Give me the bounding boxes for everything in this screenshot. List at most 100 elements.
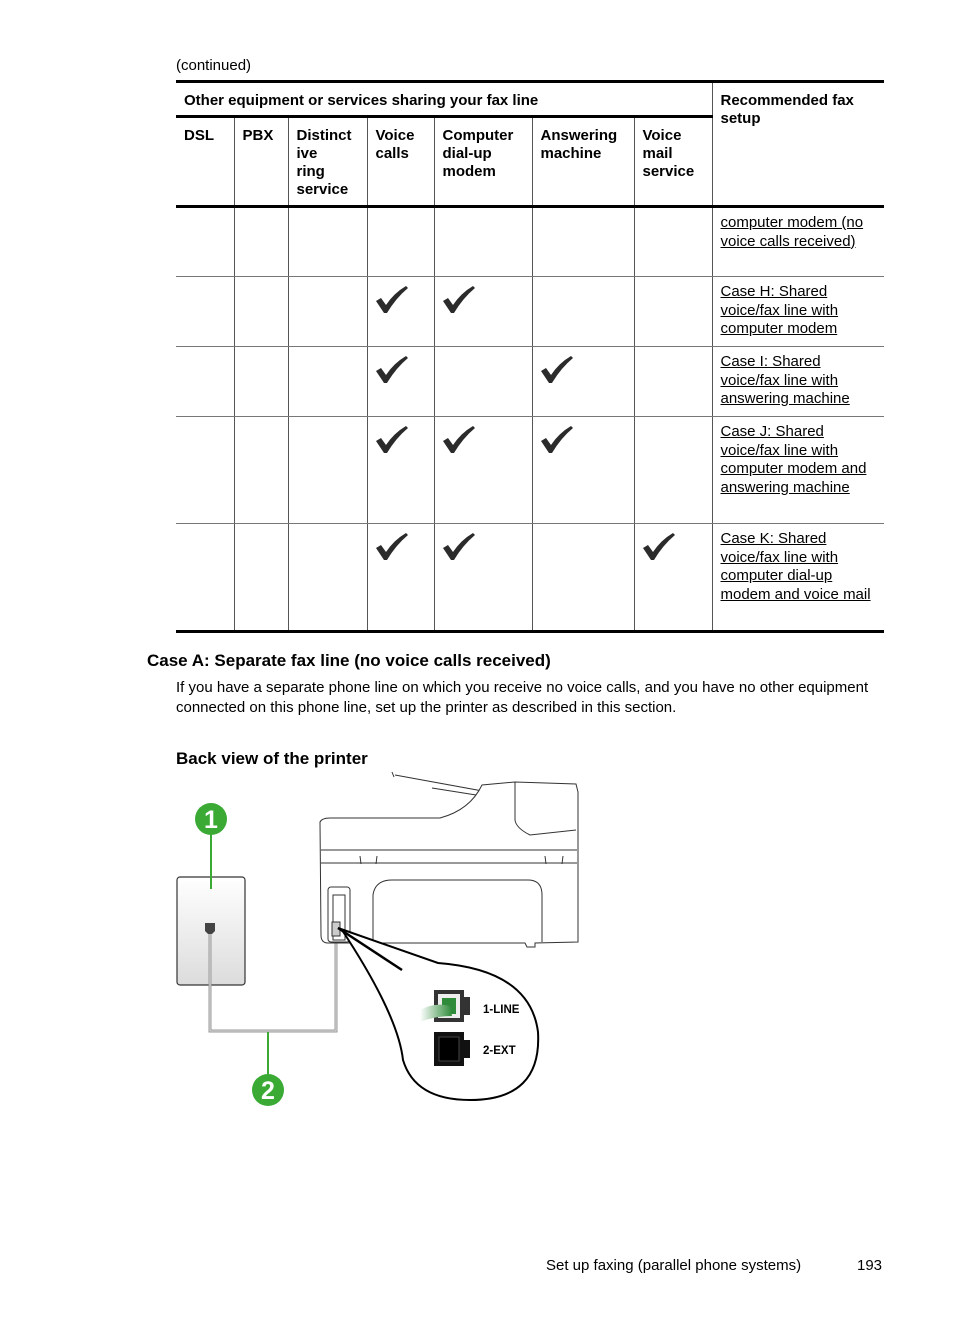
table-cell: [176, 346, 234, 417]
table-cell: [287, 206, 367, 277]
table-cell: [366, 276, 434, 347]
table-cell: [433, 416, 532, 524]
table-cell: [531, 206, 634, 277]
column-header: Voice calls: [366, 116, 434, 208]
continued-label: (continued): [176, 57, 252, 74]
table-cell: [233, 276, 288, 347]
setup-link[interactable]: computer modem (no voice calls received): [721, 214, 864, 250]
checkmark-icon: [375, 286, 408, 313]
recommended-header: Recommended fax setup: [711, 81, 884, 208]
footer-title: Set up faxing (parallel phone systems): [546, 1257, 802, 1274]
table-cell: [176, 416, 234, 524]
table-cell: [531, 276, 634, 347]
checkmark-icon: [540, 356, 573, 383]
table-cell: [366, 206, 434, 277]
checkmark-icon: [642, 533, 675, 560]
table-cell: [233, 523, 288, 633]
table-cell: [433, 276, 532, 347]
table-cell: [633, 523, 712, 633]
table-cell: [633, 276, 712, 347]
table-cell: [366, 523, 434, 633]
column-header-line: Computer: [442, 127, 514, 144]
column-header: Answering machine: [531, 116, 634, 208]
column-header: Distinct ive ring service: [287, 116, 367, 208]
column-header: PBX: [233, 116, 288, 208]
group-header: Other equipment or services sharing your…: [176, 81, 712, 118]
page-number: 193: [857, 1257, 883, 1274]
table-row: Case K: Shared voice/fax line with compu…: [176, 523, 884, 633]
checkmark-icon: [442, 426, 475, 453]
column-header-line: service: [296, 181, 349, 198]
setup-link[interactable]: Case H: Shared voice/fax line with compu…: [721, 283, 839, 337]
setup-link[interactable]: Case K: Shared voice/fax line with compu…: [721, 530, 871, 603]
table-cell: [287, 523, 367, 633]
table-cell: [287, 346, 367, 417]
table-cell: [287, 276, 367, 347]
checkmark-icon: [375, 426, 408, 453]
column-header-line: dial-up: [442, 145, 492, 162]
table-cell: [633, 416, 712, 524]
table-cell: [531, 523, 634, 633]
checkmark-icon: [442, 286, 475, 313]
column-header-line: ive: [296, 145, 318, 162]
recommended-setup-cell: Case H: Shared voice/fax line with compu…: [711, 276, 884, 347]
printer-back: [319, 771, 579, 948]
port-label-ext: 2-EXT: [483, 1045, 516, 1057]
column-header-line: Voice: [642, 127, 682, 144]
table-cell: [176, 276, 234, 347]
table-cell: [233, 346, 288, 417]
table-row: Case J: Shared voice/fax line with compu…: [176, 416, 884, 524]
column-header-line: DSL: [184, 127, 214, 144]
table-cell: [633, 346, 712, 417]
table-row: Case I: Shared voice/fax line with answe…: [176, 346, 884, 417]
fax-setup-table: Other equipment or services sharing your…: [176, 80, 884, 633]
port-label-line: 1-LINE: [483, 1004, 520, 1016]
table-cell: [233, 416, 288, 524]
table-cell: [433, 206, 532, 277]
column-header-line: ring: [296, 163, 325, 180]
section-heading: Case A: Separate fax line (no voice call…: [147, 651, 551, 670]
recommended-setup-cell: Case J: Shared voice/fax line with compu…: [711, 416, 884, 524]
column-header-line: modem: [442, 163, 496, 180]
recommended-setup-cell: computer modem (no voice calls received): [711, 206, 884, 277]
column-header-line: Voice: [375, 127, 415, 144]
table-cell: [366, 346, 434, 417]
checkmark-icon: [375, 533, 408, 560]
callout-1: 1: [195, 803, 227, 889]
setup-link[interactable]: Case I: Shared voice/fax line with answe…: [721, 353, 850, 407]
table-row: computer modem (no voice calls received): [176, 206, 884, 277]
column-header: Voice mail service: [633, 116, 712, 208]
table-row: Case H: Shared voice/fax line with compu…: [176, 276, 884, 347]
column-header-line: machine: [540, 145, 602, 162]
column-header-line: service: [642, 163, 695, 180]
figure-heading: Back view of the printer: [176, 749, 368, 768]
column-header-line: Answering: [540, 127, 618, 144]
table-cell: [433, 523, 532, 633]
column-header: DSL: [176, 116, 234, 208]
checkmark-icon: [442, 533, 475, 560]
column-header-line: PBX: [242, 127, 274, 144]
table-cell: [233, 206, 288, 277]
back-view-diagram: 1 2 1-LINE 2-EXT: [176, 771, 579, 1106]
table-cell: [176, 206, 234, 277]
setup-link[interactable]: Case J: Shared voice/fax line with compu…: [721, 423, 867, 496]
callout-2-label: 2: [261, 1077, 275, 1105]
table-cell: [287, 416, 367, 524]
recommended-setup-cell: Case I: Shared voice/fax line with answe…: [711, 346, 884, 417]
table-cell: [633, 206, 712, 277]
table-cell: [531, 416, 634, 524]
column-header-line: Distinct: [296, 127, 352, 144]
checkmark-icon: [375, 356, 408, 383]
callout-1-label: 1: [204, 806, 218, 834]
table-cell: [433, 346, 532, 417]
column-header: Computer dial-up modem: [433, 116, 532, 208]
column-header-line: calls: [375, 145, 409, 162]
callout-2: 2: [252, 1032, 284, 1106]
port-zoom-callout: 1-LINE 2-EXT: [337, 926, 540, 1102]
table-cell: [366, 416, 434, 524]
checkmark-icon: [540, 426, 573, 453]
table-cell: [531, 346, 634, 417]
section-paragraph: If you have a separate phone line on whi…: [176, 679, 869, 716]
column-header-line: mail: [642, 145, 673, 162]
table-cell: [176, 523, 234, 633]
